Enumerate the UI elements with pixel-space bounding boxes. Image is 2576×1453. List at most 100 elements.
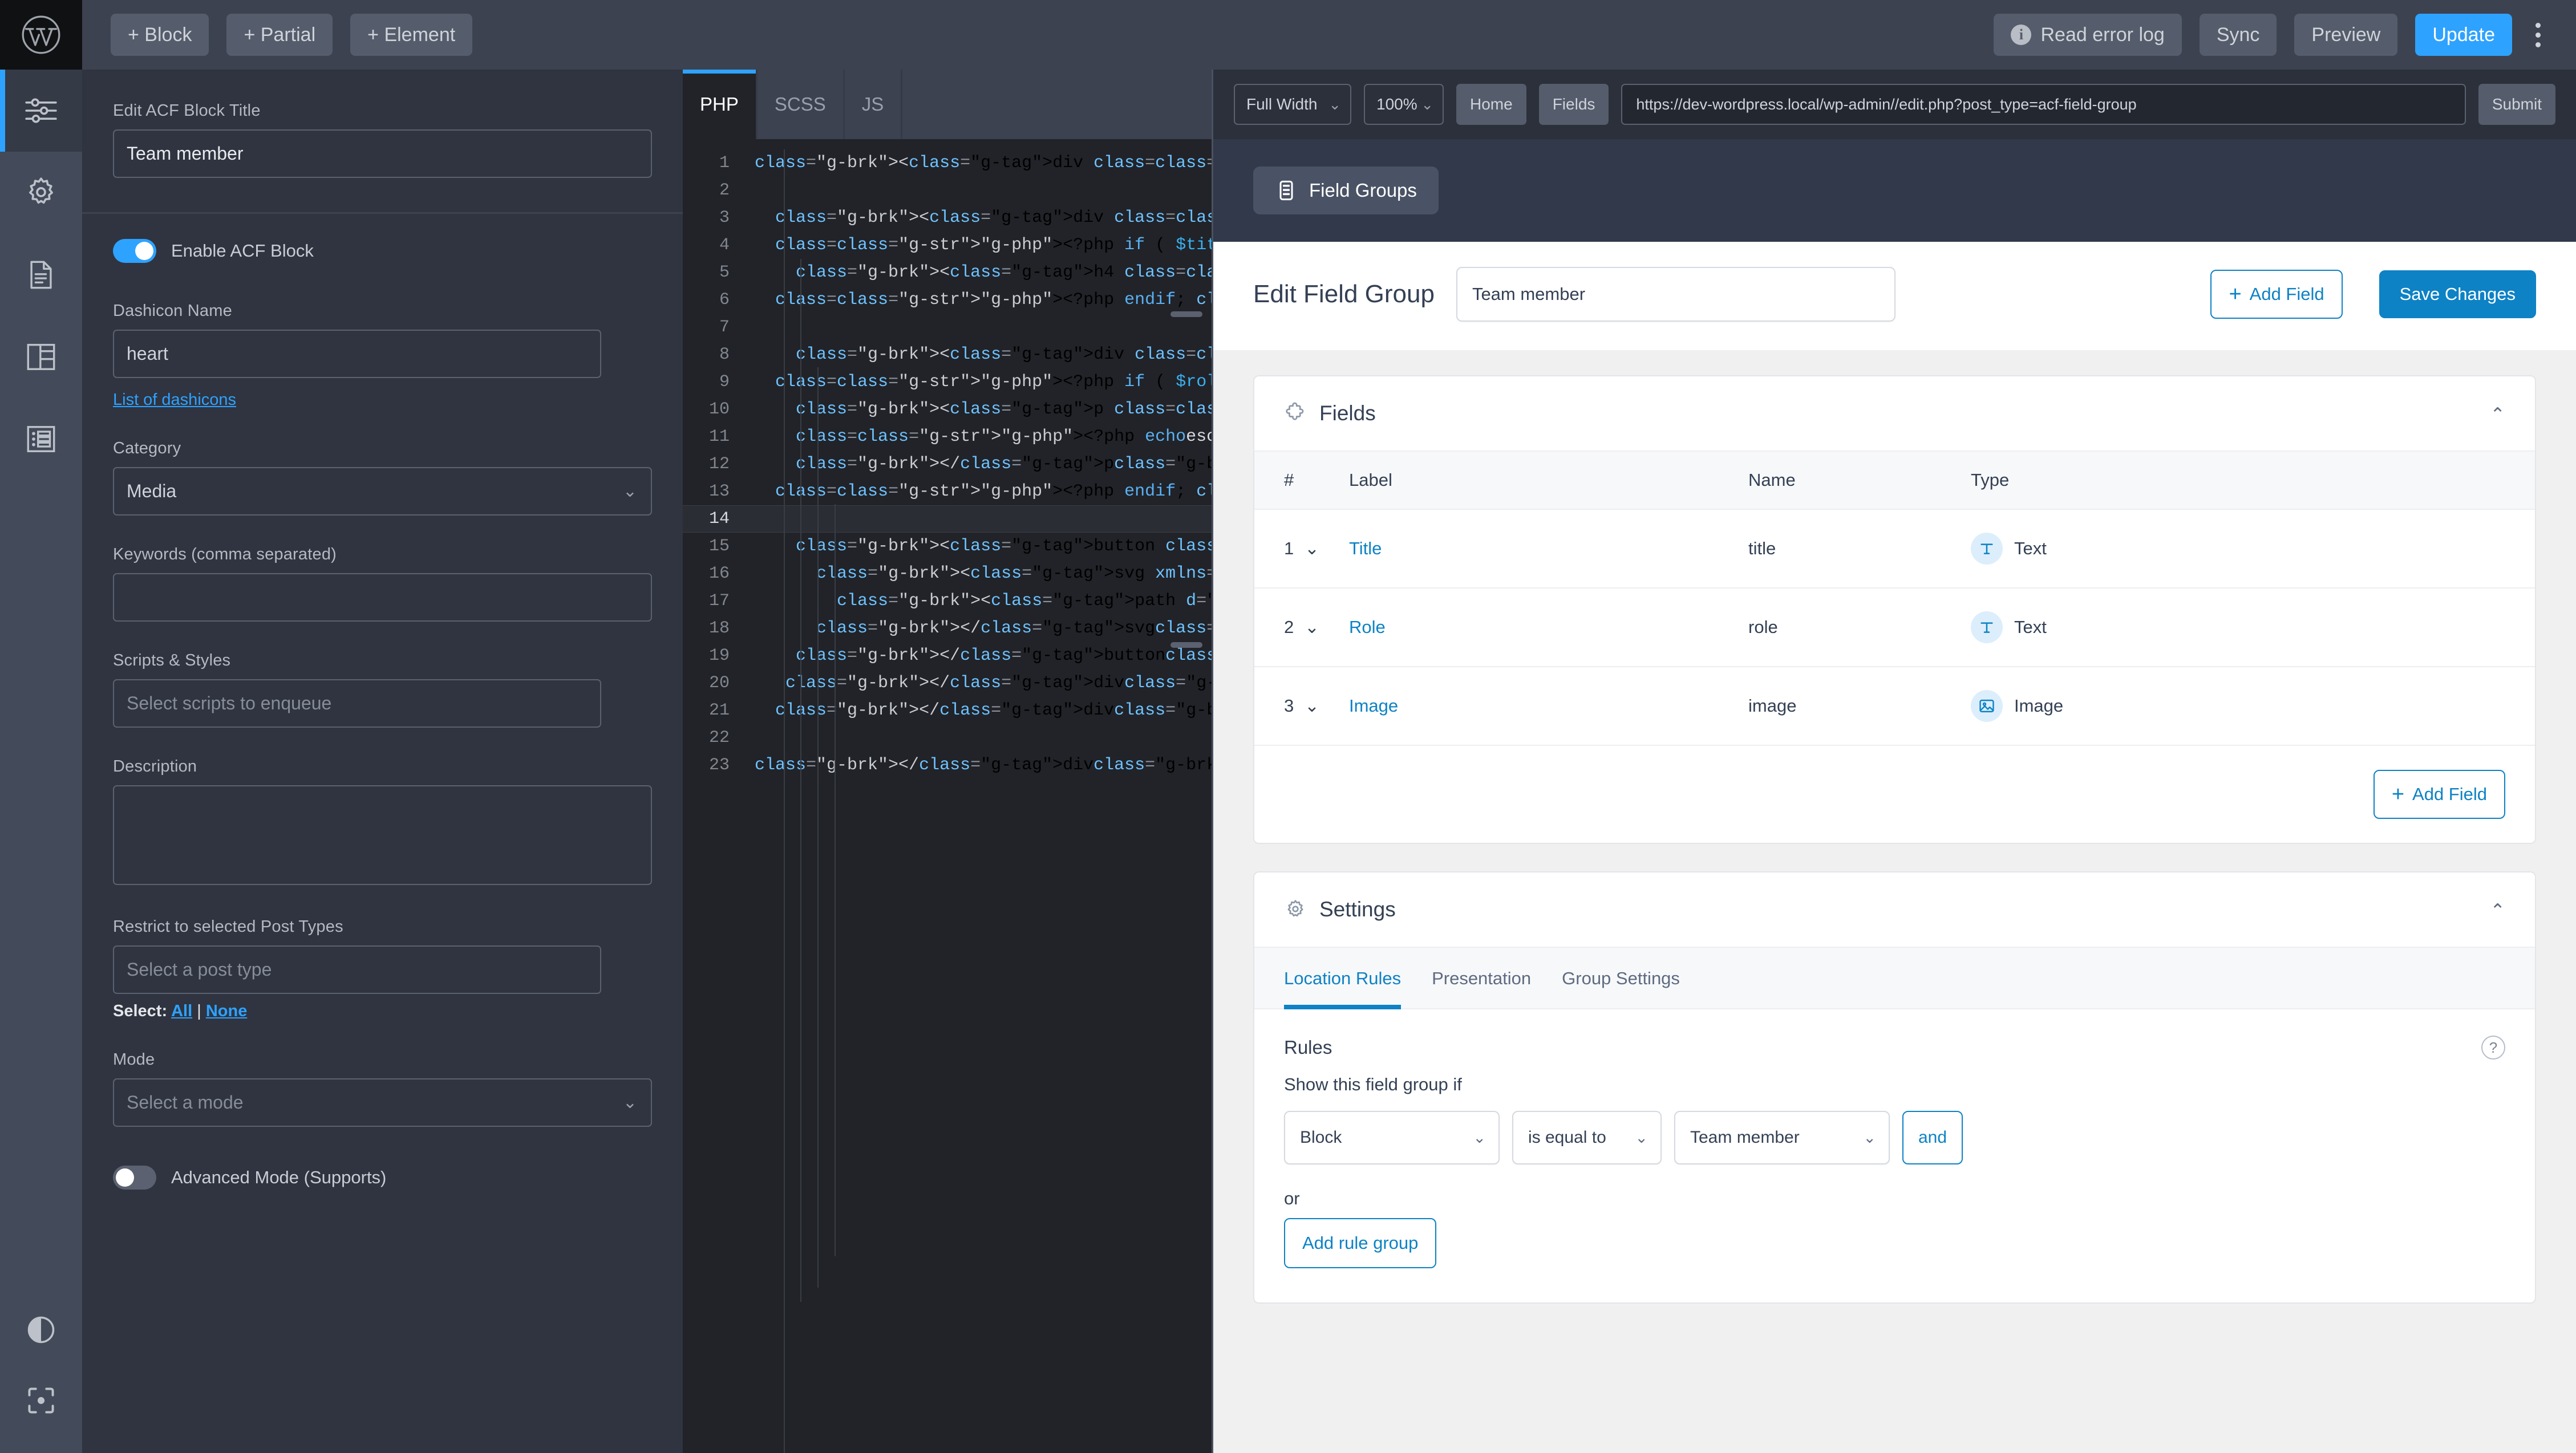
enable-acf-toggle[interactable] bbox=[113, 239, 156, 263]
rail-item-list[interactable] bbox=[0, 398, 82, 480]
field-expand-icon[interactable]: ⌄ bbox=[1305, 588, 1349, 667]
code-line[interactable]: 16 class="g-brk">< class = "g-tag">svg xmln… bbox=[683, 560, 1212, 587]
code-line[interactable]: 1 class="g-brk">< class = "g-tag">div class =… bbox=[683, 149, 1212, 177]
scripts-styles-input[interactable] bbox=[113, 679, 601, 728]
rail-item-settings[interactable] bbox=[0, 152, 82, 234]
enable-acf-row[interactable]: Enable ACF Block bbox=[113, 239, 652, 263]
code-line[interactable]: 8 class="g-brk">< class = "g-tag">div class… bbox=[683, 341, 1212, 368]
fields-button[interactable]: Fields bbox=[1538, 84, 1609, 125]
code-line[interactable]: 22 bbox=[683, 724, 1212, 752]
toggle-knob bbox=[135, 242, 153, 260]
editor-hscrollbar-marker[interactable] bbox=[1170, 642, 1202, 648]
sync-button[interactable]: Sync bbox=[2199, 13, 2277, 56]
url-input[interactable]: https://dev-wordpress.local/wp-admin//ed… bbox=[1621, 84, 2466, 125]
more-options-icon[interactable] bbox=[2525, 22, 2551, 47]
tab-php[interactable]: PHP bbox=[683, 70, 758, 139]
advanced-mode-row[interactable]: Advanced Mode (Supports) bbox=[113, 1166, 652, 1190]
category-label: Category bbox=[113, 439, 181, 457]
add-block-button[interactable]: + Block bbox=[111, 13, 209, 56]
select-all-link[interactable]: All bbox=[171, 1002, 192, 1020]
update-button[interactable]: Update bbox=[2415, 13, 2512, 56]
code-line[interactable]: 17 class="g-brk"><class="g-tag">path d="… bbox=[683, 587, 1212, 615]
field-label-link[interactable]: Role bbox=[1349, 617, 1386, 637]
code-line[interactable]: 11 class=class="g-str">"g-php" ><?php ech… bbox=[683, 423, 1212, 450]
line-content: class=class="g-str">"g-php" bbox=[796, 427, 1074, 447]
add-rule-group-button[interactable]: Add rule group bbox=[1284, 1218, 1437, 1268]
line-number: 5 bbox=[719, 263, 730, 282]
code-line[interactable]: 18 class="g-brk"></class = "g-tag">svg clas… bbox=[683, 615, 1212, 642]
code-line[interactable]: 9 class=class="g-str">"g-php" ><?php if (… bbox=[683, 368, 1212, 396]
tab-location-rules[interactable]: Location Rules bbox=[1284, 948, 1402, 1009]
tab-presentation[interactable]: Presentation bbox=[1432, 948, 1531, 1008]
rail-item-layout[interactable] bbox=[0, 316, 82, 398]
and-button[interactable]: and bbox=[1902, 1111, 1963, 1164]
preview-button[interactable]: Preview bbox=[2294, 13, 2398, 56]
collapse-settings-icon[interactable]: ⌄ bbox=[2490, 899, 2505, 920]
code-line[interactable]: 10 class="g-brk">< class = "g-tag">p class =… bbox=[683, 396, 1212, 423]
keywords-input[interactable] bbox=[113, 573, 652, 622]
field-label-link[interactable]: Title bbox=[1349, 538, 1382, 558]
puzzle-icon bbox=[1284, 402, 1307, 425]
line-content: class="g-brk">< bbox=[796, 345, 950, 364]
description-textarea[interactable] bbox=[113, 785, 652, 885]
save-changes-button[interactable]: Save Changes bbox=[2379, 270, 2536, 318]
code-line[interactable]: 20 class="g-brk"></class = "g-tag">div clas… bbox=[683, 669, 1212, 697]
add-field-button-top[interactable]: + Add Field bbox=[2210, 270, 2343, 319]
field-expand-icon[interactable]: ⌄ bbox=[1305, 667, 1349, 746]
help-icon[interactable]: ? bbox=[2481, 1036, 2505, 1060]
line-number: 12 bbox=[708, 454, 730, 474]
post-types-input[interactable] bbox=[113, 945, 601, 994]
rule-operator-select[interactable]: is equal to ⌄ bbox=[1512, 1111, 1662, 1164]
add-field-button-bottom[interactable]: + Add Field bbox=[2373, 770, 2505, 819]
code-line[interactable]: 3 class="g-brk">< class = "g-tag">div class… bbox=[683, 204, 1212, 232]
select-none-link[interactable]: None bbox=[206, 1002, 248, 1020]
rail-item-contrast[interactable] bbox=[0, 1289, 82, 1371]
code-line[interactable]: 2 bbox=[683, 177, 1212, 204]
field-expand-icon[interactable]: ⌄ bbox=[1305, 509, 1349, 588]
code-line[interactable]: 21 class="g-brk"></class = "g-tag">div clas… bbox=[683, 697, 1212, 724]
viewport-width-select[interactable]: Full Width ⌄ bbox=[1234, 84, 1351, 125]
field-label-link[interactable]: Image bbox=[1349, 696, 1398, 716]
list-of-dashicons-link[interactable]: List of dashicons bbox=[113, 391, 236, 409]
chevron-down-icon: ⌄ bbox=[1421, 95, 1433, 113]
code-line[interactable]: 19 class="g-brk"></class = "g-tag">button c… bbox=[683, 642, 1212, 669]
tab-js[interactable]: JS bbox=[845, 70, 903, 139]
code-area[interactable]: 1 class="g-brk">< class = "g-tag">div class =… bbox=[683, 139, 1212, 1453]
field-groups-chip[interactable]: Field Groups bbox=[1253, 167, 1439, 214]
tab-group-settings[interactable]: Group Settings bbox=[1562, 948, 1680, 1008]
code-line[interactable]: 5 class="g-brk">< class = "g-tag">h4 class =… bbox=[683, 259, 1212, 286]
zoom-level-select[interactable]: 100% ⌄ bbox=[1364, 84, 1444, 125]
advanced-mode-toggle[interactable] bbox=[113, 1166, 156, 1190]
line-number: 7 bbox=[719, 318, 730, 337]
category-select[interactable] bbox=[113, 467, 652, 516]
read-error-log-button[interactable]: i Read error log bbox=[1994, 13, 2182, 56]
rule-param-select[interactable]: Block ⌄ bbox=[1284, 1111, 1500, 1164]
block-title-input[interactable] bbox=[113, 129, 652, 178]
editor-hscrollbar-marker[interactable] bbox=[1170, 311, 1202, 317]
add-element-button[interactable]: + Element bbox=[350, 13, 473, 56]
tab-scss[interactable]: SCSS bbox=[758, 70, 845, 139]
code-line[interactable]: 4 class=class="g-str">"g-php" ><?php if (… bbox=[683, 232, 1212, 259]
collapse-fields-icon[interactable]: ⌄ bbox=[2490, 403, 2505, 424]
line-number: 22 bbox=[708, 728, 730, 748]
code-line[interactable]: 6 class=class="g-str">"g-php" ><?php endi… bbox=[683, 286, 1212, 314]
code-line[interactable]: 7 bbox=[683, 314, 1212, 341]
code-line[interactable]: 15 class="g-brk">< class = "g-tag">button c… bbox=[683, 533, 1212, 560]
rule-value-select[interactable]: Team member ⌄ bbox=[1674, 1111, 1890, 1164]
code-line[interactable]: 13 class=class="g-str">"g-php" ><?php end… bbox=[683, 478, 1212, 505]
mode-select[interactable] bbox=[113, 1078, 652, 1127]
add-partial-button[interactable]: + Partial bbox=[226, 13, 333, 56]
code-line[interactable]: 12 class="g-brk"></class = "g-tag">p class =… bbox=[683, 450, 1212, 478]
code-line[interactable]: 23 class="g-brk"></class = "g-tag">div class… bbox=[683, 752, 1212, 779]
line-content: class="g-brk">< bbox=[837, 591, 991, 611]
rail-item-sliders[interactable] bbox=[0, 70, 82, 152]
home-button[interactable]: Home bbox=[1456, 84, 1526, 125]
submit-button[interactable]: Submit bbox=[2478, 84, 2555, 125]
field-group-name-input[interactable] bbox=[1456, 267, 1895, 322]
rail-item-document[interactable] bbox=[0, 234, 82, 316]
code-line[interactable]: 14 bbox=[683, 505, 1212, 533]
document-icon bbox=[25, 258, 58, 291]
dashicon-name-input[interactable] bbox=[113, 330, 601, 378]
wordpress-logo-icon[interactable] bbox=[0, 0, 82, 70]
rail-item-focus-capture[interactable] bbox=[0, 1371, 82, 1453]
